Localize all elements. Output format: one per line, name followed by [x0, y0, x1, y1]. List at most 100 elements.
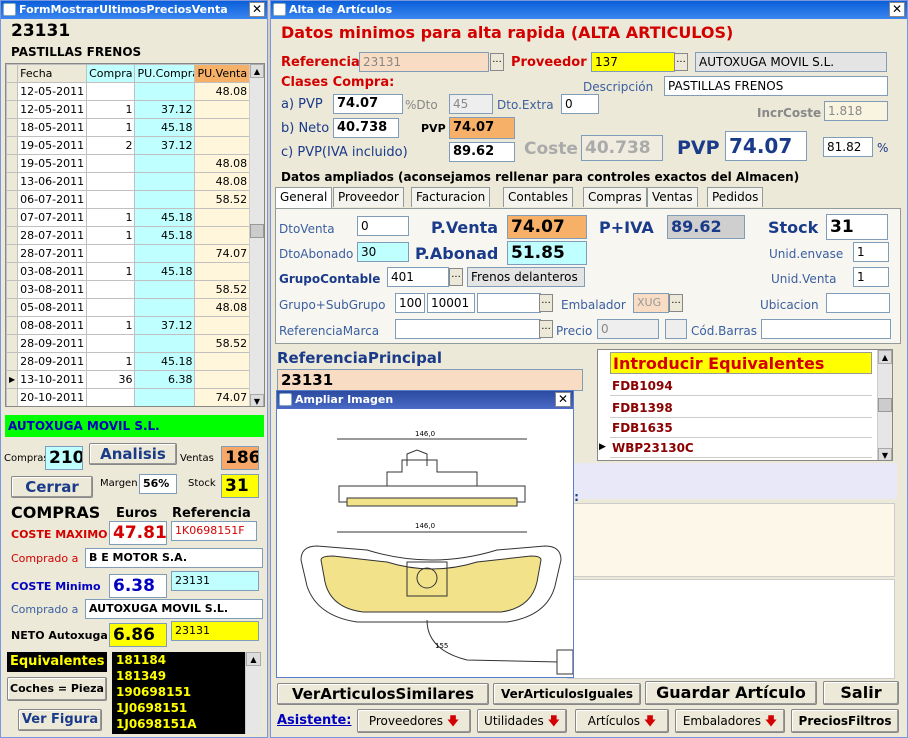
coches-pieza-button[interactable]: Coches = Pieza	[7, 677, 107, 701]
list-item[interactable]: 181349	[116, 668, 261, 684]
notes-area-2[interactable]	[567, 579, 895, 679]
table-cell[interactable]	[86, 154, 136, 173]
row-selector[interactable]	[6, 154, 19, 173]
pvp-a-field[interactable]: 74.07	[333, 94, 403, 114]
table-row[interactable]: ▶ 13-10-2011 36 6.38	[6, 370, 264, 389]
table-cell[interactable]: 37.12	[134, 100, 196, 119]
pct-field[interactable]: 81.82	[823, 137, 873, 157]
table-cell[interactable]: 1	[86, 118, 136, 137]
table-cell[interactable]: 58.52	[194, 190, 251, 209]
table-cell[interactable]	[194, 226, 251, 245]
embaladores-menu-button[interactable]: Embaladores 🡇	[675, 709, 785, 733]
table-cell[interactable]	[134, 280, 196, 299]
table-cell[interactable]	[194, 262, 251, 281]
row-selector[interactable]	[6, 208, 19, 227]
row-selector[interactable]	[6, 172, 19, 191]
pventa-field[interactable]: 74.07	[507, 215, 587, 239]
table-cell[interactable]: 28-09-2011	[17, 352, 88, 371]
pvp-iva-field[interactable]: 89.62	[449, 142, 515, 162]
refmarca-lookup-button[interactable]: ...	[539, 320, 553, 338]
table-cell[interactable]	[194, 352, 251, 371]
table-cell[interactable]: 1	[86, 226, 136, 245]
table-cell[interactable]: 36	[86, 370, 136, 389]
table-row[interactable]: 12-05-2011 1 37.12	[6, 100, 264, 119]
table-cell[interactable]: 45.18	[134, 352, 196, 371]
history-scrollbar[interactable]: ▲ ▼	[249, 64, 264, 406]
table-cell[interactable]	[134, 334, 196, 353]
neto-b-field[interactable]: 40.738	[333, 118, 399, 138]
table-row[interactable]: 08-08-2011 1 37.12	[6, 316, 264, 335]
table-cell[interactable]: 08-08-2011	[17, 316, 88, 335]
row-selector[interactable]	[6, 226, 19, 245]
unid-venta-field[interactable]: 1	[853, 267, 889, 287]
row-selector[interactable]	[6, 352, 19, 371]
referencia-lookup-button[interactable]: ...	[490, 53, 504, 71]
table-cell[interactable]: 19-05-2011	[17, 136, 88, 155]
table-cell[interactable]	[194, 136, 251, 155]
row-selector[interactable]	[6, 136, 19, 155]
ver-iguales-button[interactable]: VerArticulosIguales	[493, 683, 641, 705]
close-icon[interactable]: ✕	[249, 2, 265, 17]
table-row[interactable]: 06-07-201158.521	[6, 190, 264, 209]
table-cell[interactable]: 1	[86, 262, 136, 281]
list-item[interactable]: 181184	[116, 652, 261, 668]
proveedor-lookup-button[interactable]: ...	[674, 53, 688, 71]
row-selector[interactable]	[6, 82, 19, 101]
scroll-thumb[interactable]	[878, 398, 892, 412]
table-row[interactable]: FDB1094	[610, 376, 872, 396]
codbarras-field[interactable]	[761, 319, 891, 339]
table-cell[interactable]	[134, 82, 196, 101]
ver-figura-button[interactable]: Ver Figura	[18, 709, 102, 731]
table-row[interactable]: 20-10-201174.071	[6, 388, 264, 406]
table-cell[interactable]: 12-05-2011	[17, 100, 88, 119]
column-header[interactable]: PU.Compra	[134, 64, 196, 83]
table-row[interactable]: 28-07-201174.071	[6, 244, 264, 263]
table-row[interactable]: 19-05-201148.081	[6, 154, 264, 173]
scroll-up-icon[interactable]: ▲	[250, 64, 264, 78]
pvp-big-field[interactable]: 74.07	[725, 131, 807, 161]
table-cell[interactable]: 74.07	[194, 244, 251, 263]
table-cell[interactable]: 74.07	[194, 388, 251, 406]
grupo3-field[interactable]	[477, 293, 541, 313]
list-item[interactable]: 190698151	[116, 684, 261, 700]
table-cell[interactable]: 45.18	[134, 226, 196, 245]
ver-similares-button[interactable]: VerArticulosSimilares	[277, 683, 489, 705]
table-cell[interactable]: 19-05-2011	[17, 154, 88, 173]
table-cell[interactable]: 28-09-2011	[17, 334, 88, 353]
table-cell[interactable]	[194, 370, 251, 389]
table-cell[interactable]: 20-10-2011	[17, 388, 88, 406]
equiv-list[interactable]: 181184 181349 190698151 1J0698151 1J0698…	[112, 652, 261, 734]
table-cell[interactable]: 1	[86, 208, 136, 227]
column-header[interactable]: PU.Venta	[194, 64, 251, 83]
tab-pedidos[interactable]: Pedidos	[707, 187, 764, 207]
proveedores-menu-button[interactable]: Proveedores 🡇	[357, 709, 471, 733]
list-item[interactable]: 1J0698151A	[116, 716, 261, 732]
table-row[interactable]: 13-06-201148.081	[6, 172, 264, 191]
table-row[interactable]: 28-09-201158.521	[6, 334, 264, 353]
row-selector[interactable]	[6, 190, 19, 209]
proveedor-field[interactable]: 137	[591, 52, 675, 72]
tab-ventas[interactable]: Ventas	[647, 187, 698, 207]
table-cell[interactable]: 48.08	[194, 298, 251, 317]
row-selector[interactable]	[6, 100, 19, 119]
row-selector[interactable]	[6, 262, 19, 281]
table-cell[interactable]	[86, 190, 136, 209]
row-selector[interactable]	[6, 388, 19, 406]
table-row[interactable]: WBP23130C	[610, 438, 872, 458]
pdto-field[interactable]: 45	[449, 94, 493, 114]
table-cell[interactable]	[134, 154, 196, 173]
table-cell[interactable]: 1	[86, 352, 136, 371]
table-cell[interactable]: 13-06-2011	[17, 172, 88, 191]
table-row[interactable]: 05-08-201148.081	[6, 298, 264, 317]
table-cell[interactable]: 03-08-2011	[17, 262, 88, 281]
descripcion-field[interactable]: PASTILLAS FRENOS	[664, 76, 888, 96]
table-cell[interactable]	[86, 82, 136, 101]
table-cell[interactable]: 06-07-2011	[17, 190, 88, 209]
table-cell[interactable]	[194, 100, 251, 119]
row-selector[interactable]	[6, 280, 19, 299]
table-row[interactable]: 19-05-2011 2 37.12	[6, 136, 264, 155]
coste-field[interactable]: 40.738	[581, 135, 663, 161]
table-cell[interactable]	[86, 172, 136, 191]
pvp-small-field[interactable]: 74.07	[449, 117, 515, 139]
table-row[interactable]: 18-05-2011 1 45.18	[6, 118, 264, 137]
